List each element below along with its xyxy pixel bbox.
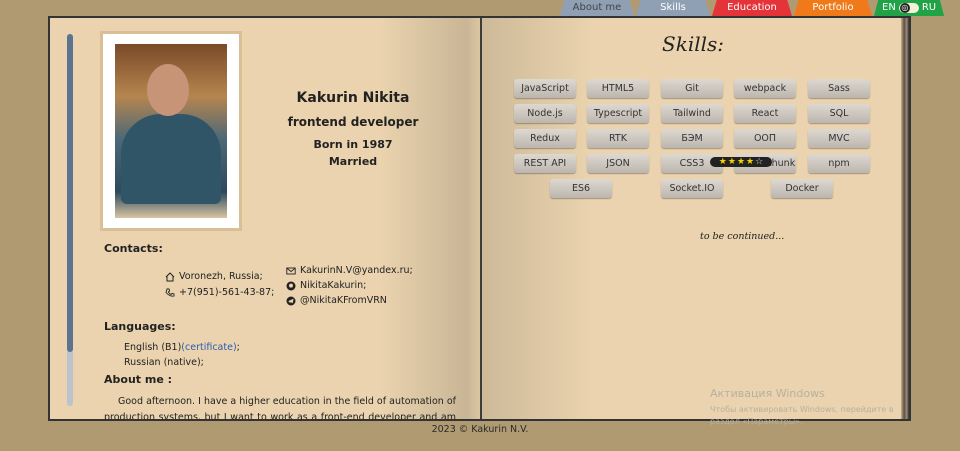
skills-title: Skills: — [662, 32, 725, 56]
skill-badge[interactable]: npm — [808, 154, 870, 173]
about-heading: About me : — [104, 373, 173, 386]
profile-born: Born in 1987 — [313, 138, 393, 151]
activation-watermark-title: Активация Windows — [710, 387, 825, 400]
languages-heading: Languages: — [104, 320, 176, 333]
skill-badge[interactable]: Redux — [514, 129, 576, 148]
skill-badge[interactable]: webpack — [734, 79, 796, 98]
contact-telegram[interactable]: @NikitaKFromVRN — [286, 295, 387, 306]
skill-badge[interactable]: Socket.IO — [661, 179, 723, 198]
star-icon: ★ — [746, 157, 755, 167]
book-spine — [480, 18, 482, 419]
profile-name: Kakurin Nikita — [296, 90, 410, 106]
skill-badge[interactable]: HTML5 — [587, 79, 649, 98]
star-icon: ★ — [718, 157, 727, 167]
location-text: Voronezh, Russia; — [179, 271, 263, 282]
email-text: KakurinN.V@yandex.ru; — [300, 265, 413, 276]
skill-badge[interactable]: React — [734, 104, 796, 123]
footer-copyright: 2023 © Kakurin N.V. — [431, 424, 529, 435]
star-icon: ☆ — [755, 157, 764, 167]
github-icon — [286, 281, 296, 290]
english-text: English (B1) — [124, 342, 182, 353]
page-shadow-left — [380, 18, 482, 419]
language-russian: Russian (native); — [124, 357, 204, 368]
tab-education[interactable]: Education — [712, 0, 792, 16]
profile-status: Married — [328, 155, 378, 168]
telegram-text: @NikitaKFromVRN — [300, 295, 387, 306]
language-switch[interactable]: EN ◎ RU — [874, 0, 945, 16]
tab-skills[interactable]: Skills — [636, 0, 710, 16]
contact-github[interactable]: NikitaKakurin; — [286, 280, 366, 291]
lang-en-label: EN — [882, 2, 896, 13]
book: Kakurin Nikita frontend developer Born i… — [48, 16, 911, 421]
tab-portfolio[interactable]: Portfolio — [794, 0, 872, 16]
skill-badge[interactable]: ES6 — [550, 179, 612, 198]
language-toggle[interactable]: ◎ — [898, 3, 919, 13]
top-nav: About me Skills Education Portfolio EN ◎… — [560, 0, 946, 16]
contacts-heading: Contacts: — [104, 242, 163, 255]
skill-badge[interactable]: Sass — [808, 79, 870, 98]
lang-ru-label: RU — [921, 2, 937, 13]
profile-photo — [100, 31, 242, 231]
telegram-icon — [286, 296, 296, 305]
contact-phone[interactable]: +7(951)-561-43-87; — [165, 287, 274, 298]
github-text: NikitaKakurin; — [300, 280, 367, 291]
skill-badge[interactable]: Typescript — [587, 104, 649, 123]
profile-photo-image — [115, 44, 227, 218]
photo-face — [147, 64, 189, 116]
tab-about-me[interactable]: About me — [560, 0, 634, 16]
skill-badge[interactable]: JSON — [587, 154, 649, 173]
star-icon: ★ — [727, 157, 736, 167]
skill-badge[interactable]: RTK — [587, 129, 649, 148]
skill-badge[interactable]: REST API — [514, 154, 576, 173]
scrollbar-thumb[interactable] — [67, 34, 73, 352]
skill-badge[interactable]: Node.js — [514, 104, 576, 123]
skill-badge[interactable]: MVC — [808, 129, 870, 148]
english-suffix: ; — [236, 342, 240, 353]
about-text: Good afternoon. I have a higher educatio… — [104, 396, 456, 421]
book-edge — [901, 18, 909, 419]
skill-badge[interactable]: JavaScript — [514, 79, 576, 98]
skill-badge[interactable]: ООП — [734, 129, 796, 148]
globe-icon: ◎ — [899, 3, 910, 13]
skill-rating: ★ ★ ★ ★ ☆ — [710, 157, 772, 167]
phone-icon — [165, 288, 175, 297]
contact-location: Voronezh, Russia; — [165, 271, 263, 282]
skill-badge[interactable]: Docker — [771, 179, 833, 198]
skill-badge[interactable]: Tailwind — [661, 104, 723, 123]
skill-badge[interactable]: БЭМ — [661, 129, 723, 148]
skill-badge[interactable]: SQL — [808, 104, 870, 123]
home-icon — [165, 271, 175, 281]
star-icon: ★ — [736, 157, 746, 167]
language-english: English (B1)(certificate); — [124, 342, 240, 353]
continued-note: to be continued... — [700, 231, 785, 242]
phone-text: +7(951)-561-43-87; — [179, 287, 275, 298]
skill-badge[interactable]: Git — [661, 79, 723, 98]
contact-email[interactable]: KakurinN.V@yandex.ru; — [286, 265, 413, 276]
photo-body — [121, 114, 221, 204]
profile-role: frontend developer — [287, 115, 419, 129]
mail-icon — [286, 267, 296, 274]
certificate-link[interactable]: (certificate) — [181, 342, 236, 353]
